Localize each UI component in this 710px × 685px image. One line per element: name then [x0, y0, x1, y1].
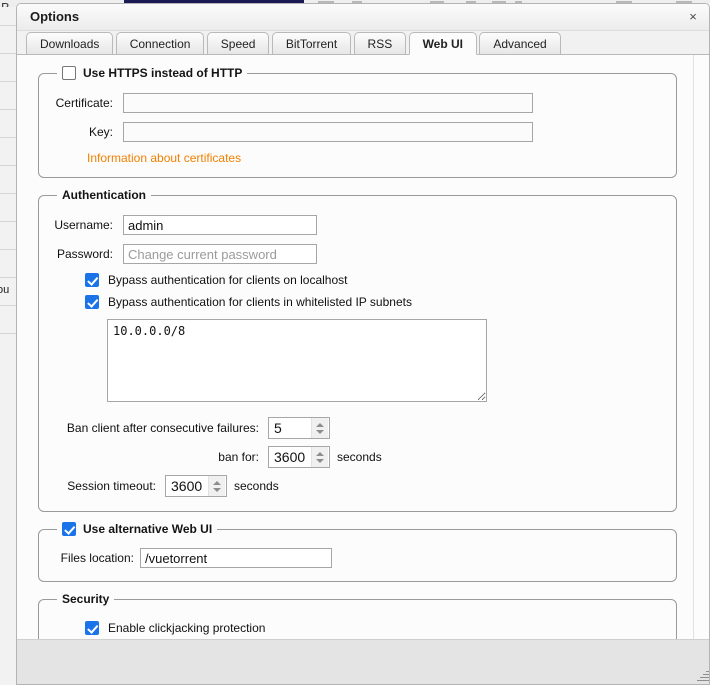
password-row: Password: — [49, 244, 666, 264]
close-icon[interactable]: × — [685, 9, 701, 25]
alternative-webui-group: Use alternative Web UI Files location: — [38, 522, 677, 582]
authentication-group-legend: Authentication — [62, 188, 146, 202]
password-input[interactable] — [123, 244, 317, 264]
username-input[interactable] — [123, 215, 317, 235]
use-https-checkbox[interactable] — [62, 66, 76, 80]
security-group-legend: Security — [62, 592, 110, 606]
options-dialog: Options × Downloads Connection Speed Bit… — [16, 3, 710, 685]
username-row: Username: — [49, 215, 666, 235]
files-location-input[interactable] — [140, 548, 332, 568]
session-timeout-label: Session timeout: — [67, 479, 156, 493]
key-input[interactable] — [123, 122, 533, 142]
https-group-legend: Use HTTPS instead of HTTP — [57, 66, 247, 80]
bypass-whitelist-checkbox[interactable] — [85, 295, 99, 309]
chevron-down-icon — [316, 429, 324, 434]
chevron-down-icon — [316, 458, 324, 463]
chevron-up-icon — [213, 480, 221, 485]
resize-grip-icon[interactable] — [696, 669, 709, 682]
certificate-input[interactable] — [123, 93, 533, 113]
tab-advanced[interactable]: Advanced — [479, 32, 561, 55]
tab-downloads[interactable]: Downloads — [26, 32, 114, 55]
tab-bittorrent[interactable]: BitTorrent — [271, 32, 352, 55]
certificates-info-link[interactable]: Information about certificates — [87, 151, 241, 165]
certificate-label: Certificate: — [55, 96, 113, 110]
password-label: Password: — [56, 247, 113, 261]
ban-for-suffix: seconds — [337, 450, 382, 464]
alternative-webui-legend: Use alternative Web UI — [57, 522, 217, 536]
dialog-titlebar: Options × — [17, 4, 709, 31]
use-https-label: Use HTTPS instead of HTTP — [83, 66, 243, 80]
ban-failures-input[interactable] — [269, 418, 311, 438]
username-label: Username: — [54, 218, 113, 232]
session-timeout-input[interactable] — [166, 476, 208, 496]
bypass-localhost-label: Bypass authentication for clients on loc… — [108, 273, 348, 287]
session-timeout-suffix: seconds — [234, 479, 279, 493]
authentication-group: Authentication Username: Password: Bypas… — [38, 188, 677, 512]
tab-rss[interactable]: RSS — [353, 32, 407, 55]
clickjacking-checkbox[interactable] — [85, 621, 99, 635]
certificate-row: Certificate: — [49, 93, 666, 113]
background-sidebar — [0, 7, 17, 685]
chevron-up-icon — [316, 422, 324, 427]
dialog-footer — [17, 639, 709, 684]
use-alternative-webui-checkbox[interactable] — [62, 522, 76, 536]
chevron-down-icon — [213, 487, 221, 492]
chevron-up-icon — [316, 451, 324, 456]
session-timeout-stepper-arrows[interactable] — [208, 476, 225, 496]
bypass-localhost-checkbox[interactable] — [85, 273, 99, 287]
settings-content: Use HTTPS instead of HTTP Certificate: K… — [17, 55, 695, 660]
ban-failures-stepper-arrows[interactable] — [311, 418, 328, 438]
ban-for-label: ban for: — [218, 450, 259, 464]
ban-failures-stepper[interactable] — [268, 417, 330, 439]
bypass-whitelist-label: Bypass authentication for clients in whi… — [108, 295, 412, 309]
ban-failures-label: Ban client after consecutive failures: — [66, 421, 259, 435]
https-group: Use HTTPS instead of HTTP Certificate: K… — [38, 66, 677, 178]
files-location-label: Files location: — [60, 551, 134, 565]
background-sidebar-item-label: ou — [0, 284, 10, 296]
ban-for-row: ban for: seconds — [59, 446, 666, 468]
clickjacking-row[interactable]: Enable clickjacking protection — [85, 621, 666, 635]
settings-scroll-area[interactable]: Use HTTPS instead of HTTP Certificate: K… — [17, 55, 709, 661]
session-timeout-row: Session timeout: seconds — [59, 475, 666, 497]
tab-connection[interactable]: Connection — [115, 32, 205, 55]
ban-for-stepper-arrows[interactable] — [311, 447, 328, 467]
use-alternative-webui-label: Use alternative Web UI — [83, 522, 213, 536]
ban-for-stepper[interactable] — [268, 446, 330, 468]
tab-bar: Downloads Connection Speed BitTorrent RS… — [17, 31, 709, 55]
key-row: Key: — [49, 122, 666, 142]
ban-for-input[interactable] — [269, 447, 311, 467]
dialog-title: Options — [30, 9, 80, 24]
tab-web-ui[interactable]: Web UI — [408, 32, 478, 55]
bypass-whitelist-row[interactable]: Bypass authentication for clients in whi… — [85, 295, 666, 309]
ban-failures-row: Ban client after consecutive failures: — [59, 417, 666, 439]
tab-speed[interactable]: Speed — [206, 32, 270, 55]
clickjacking-label: Enable clickjacking protection — [108, 621, 266, 635]
bypass-localhost-row[interactable]: Bypass authentication for clients on loc… — [85, 273, 666, 287]
key-label: Key: — [88, 125, 113, 139]
session-timeout-stepper[interactable] — [165, 475, 227, 497]
whitelisted-subnets-textarea[interactable]: 10.0.0.0/8 — [107, 319, 487, 402]
files-location-row: Files location: — [49, 548, 666, 568]
vertical-scrollbar[interactable] — [693, 55, 709, 660]
